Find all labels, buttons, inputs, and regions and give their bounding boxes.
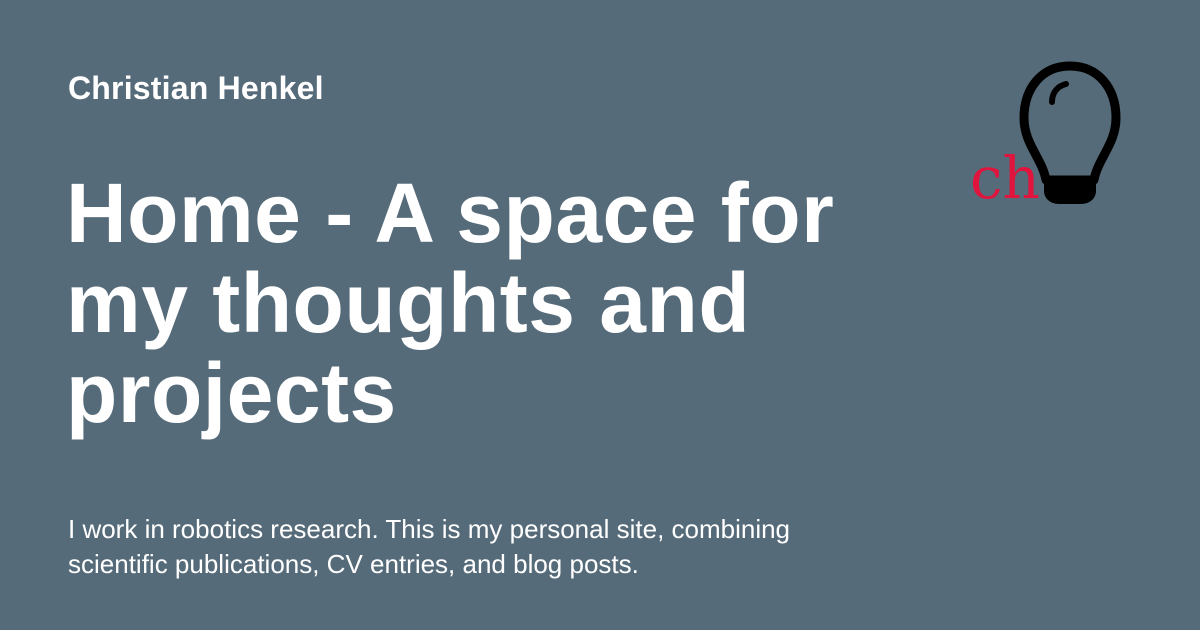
page-title: Home - A space for my thoughts and proje… (66, 166, 835, 440)
page-description: I work in robotics research. This is my … (68, 514, 791, 579)
site-logo: ch (970, 61, 1121, 210)
social-card: Christian Henkel Home - A space for my t… (0, 0, 1200, 630)
site-name: Christian Henkel (68, 70, 324, 106)
logo-text: ch (970, 144, 1040, 210)
